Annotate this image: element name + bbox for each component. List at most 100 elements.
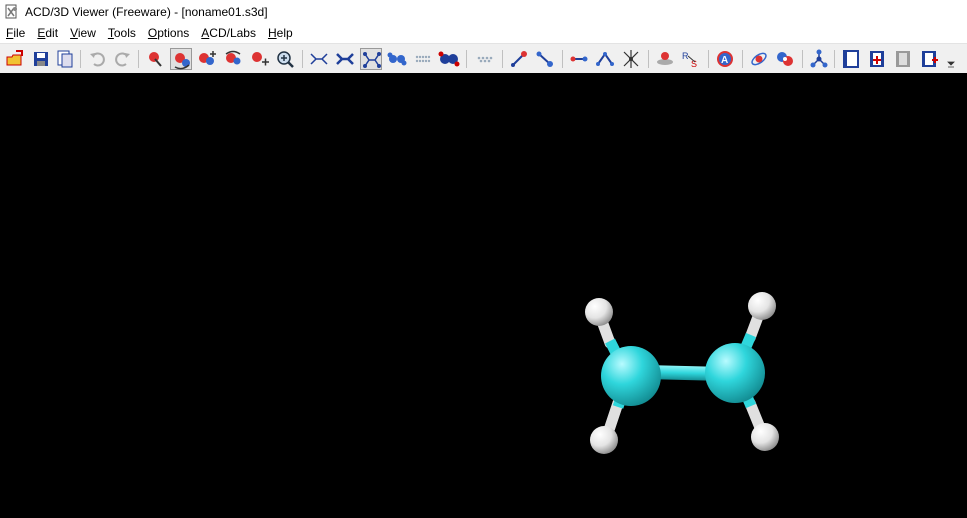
film-strip-icon xyxy=(896,51,910,67)
menu-help[interactable]: Help xyxy=(262,23,299,43)
move-icon xyxy=(199,51,216,65)
menu-view[interactable]: View xyxy=(64,23,102,43)
rotate-z-icon xyxy=(225,50,241,65)
toolbar-separator xyxy=(708,50,709,68)
stick-model-button[interactable] xyxy=(334,48,356,70)
toolbar-separator xyxy=(302,50,303,68)
move-button[interactable] xyxy=(196,48,218,70)
rotate-icon xyxy=(174,53,190,70)
toolbar-separator xyxy=(648,50,649,68)
window-title: ACD/3D Viewer (Freeware) - [noname01.s3d… xyxy=(25,4,268,19)
molecule-viewport[interactable] xyxy=(0,73,967,518)
measure-angle-icon xyxy=(536,51,553,67)
menu-bar: File Edit View Tools Options ACD/Labs He… xyxy=(0,23,967,43)
save-button[interactable] xyxy=(30,48,52,70)
title-bar: ACD/3D Viewer (Freeware) - [noname01.s3d… xyxy=(0,0,967,23)
select-atom-icon xyxy=(149,52,162,67)
translate-icon xyxy=(252,52,269,66)
torsion-icon xyxy=(623,50,639,68)
spacefill-icon xyxy=(387,52,407,66)
rotate-z-button[interactable] xyxy=(222,48,244,70)
ball-stick-button[interactable] xyxy=(360,48,382,70)
redo-button[interactable] xyxy=(112,48,134,70)
measure-distance-icon xyxy=(511,51,527,67)
copy-icon xyxy=(57,50,73,68)
toolbar-separator xyxy=(466,50,467,68)
molecule-canvas xyxy=(585,292,779,454)
bond-angle-button[interactable] xyxy=(594,48,616,70)
film-icon xyxy=(843,50,859,68)
bond-length-button[interactable] xyxy=(568,48,590,70)
toolbar: RS A xyxy=(0,43,967,73)
toolbar-overflow-icon[interactable] xyxy=(946,58,956,70)
menu-acdlabs[interactable]: ACD/Labs xyxy=(195,23,262,43)
open-icon xyxy=(6,50,23,66)
dipole-icon xyxy=(777,52,793,66)
cpk-model-button[interactable] xyxy=(438,48,460,70)
molecule-icon xyxy=(810,49,828,68)
svg-text:R: R xyxy=(682,51,689,61)
atom-label-button[interactable]: A xyxy=(714,48,736,70)
open-button[interactable] xyxy=(4,48,26,70)
zoom-button[interactable] xyxy=(274,48,296,70)
select-atom-button[interactable] xyxy=(144,48,166,70)
film-play-icon xyxy=(922,51,938,67)
torsion-button[interactable] xyxy=(620,48,642,70)
film-button[interactable] xyxy=(840,48,862,70)
film-play-button[interactable] xyxy=(918,48,940,70)
redo-icon xyxy=(115,52,130,67)
rs-label-button[interactable]: RS xyxy=(680,48,702,70)
toolbar-separator xyxy=(502,50,503,68)
atom-label-icon: A xyxy=(717,51,733,67)
ball-stick-icon xyxy=(363,52,381,68)
orbital-button[interactable] xyxy=(748,48,770,70)
surface-button[interactable] xyxy=(474,48,496,70)
molecule-button[interactable] xyxy=(808,48,830,70)
measure-angle-button[interactable] xyxy=(534,48,556,70)
menu-edit[interactable]: Edit xyxy=(31,23,64,43)
toolbar-separator xyxy=(138,50,139,68)
orbital-icon xyxy=(751,52,767,66)
toolbar-separator xyxy=(80,50,81,68)
rs-label-icon: RS xyxy=(682,51,697,69)
svg-text:A: A xyxy=(721,55,728,66)
carbon-atom xyxy=(601,346,661,406)
bond-length-icon xyxy=(570,56,588,62)
menu-tools[interactable]: Tools xyxy=(102,23,142,43)
dipole-button[interactable] xyxy=(774,48,796,70)
optimize-button[interactable] xyxy=(654,48,676,70)
toolbar-separator xyxy=(562,50,563,68)
hydrogen-atom xyxy=(748,292,776,320)
zoom-icon xyxy=(277,51,294,68)
cpk-icon xyxy=(438,51,460,67)
copy-button[interactable] xyxy=(54,48,76,70)
translate-button[interactable] xyxy=(248,48,270,70)
film-add-button[interactable] xyxy=(866,48,888,70)
toolbar-separator xyxy=(742,50,743,68)
measure-distance-button[interactable] xyxy=(508,48,530,70)
wire-model-icon xyxy=(310,53,328,65)
film-strip-button[interactable] xyxy=(892,48,914,70)
surface-icon xyxy=(477,56,493,63)
menu-options[interactable]: Options xyxy=(142,23,195,43)
optimize-icon xyxy=(657,52,673,65)
carbon-atom xyxy=(705,343,765,403)
undo-button[interactable] xyxy=(86,48,108,70)
save-icon xyxy=(34,52,48,66)
film-add-icon xyxy=(870,51,884,67)
undo-icon xyxy=(90,52,105,67)
toolbar-separator xyxy=(834,50,835,68)
dots-model-button[interactable] xyxy=(412,48,434,70)
hydrogen-atom xyxy=(590,426,618,454)
hydrogen-atom xyxy=(751,423,779,451)
rotate-button[interactable] xyxy=(170,48,192,70)
menu-file[interactable]: File xyxy=(0,23,31,43)
bond-angle-icon xyxy=(596,52,614,66)
acd-viewer-icon xyxy=(5,4,17,18)
wire-model-button[interactable] xyxy=(308,48,330,70)
dots-icon xyxy=(415,55,431,63)
hydrogen-atom xyxy=(585,298,613,326)
spacefill-button[interactable] xyxy=(386,48,408,70)
stick-model-icon xyxy=(336,53,354,65)
toolbar-separator xyxy=(802,50,803,68)
